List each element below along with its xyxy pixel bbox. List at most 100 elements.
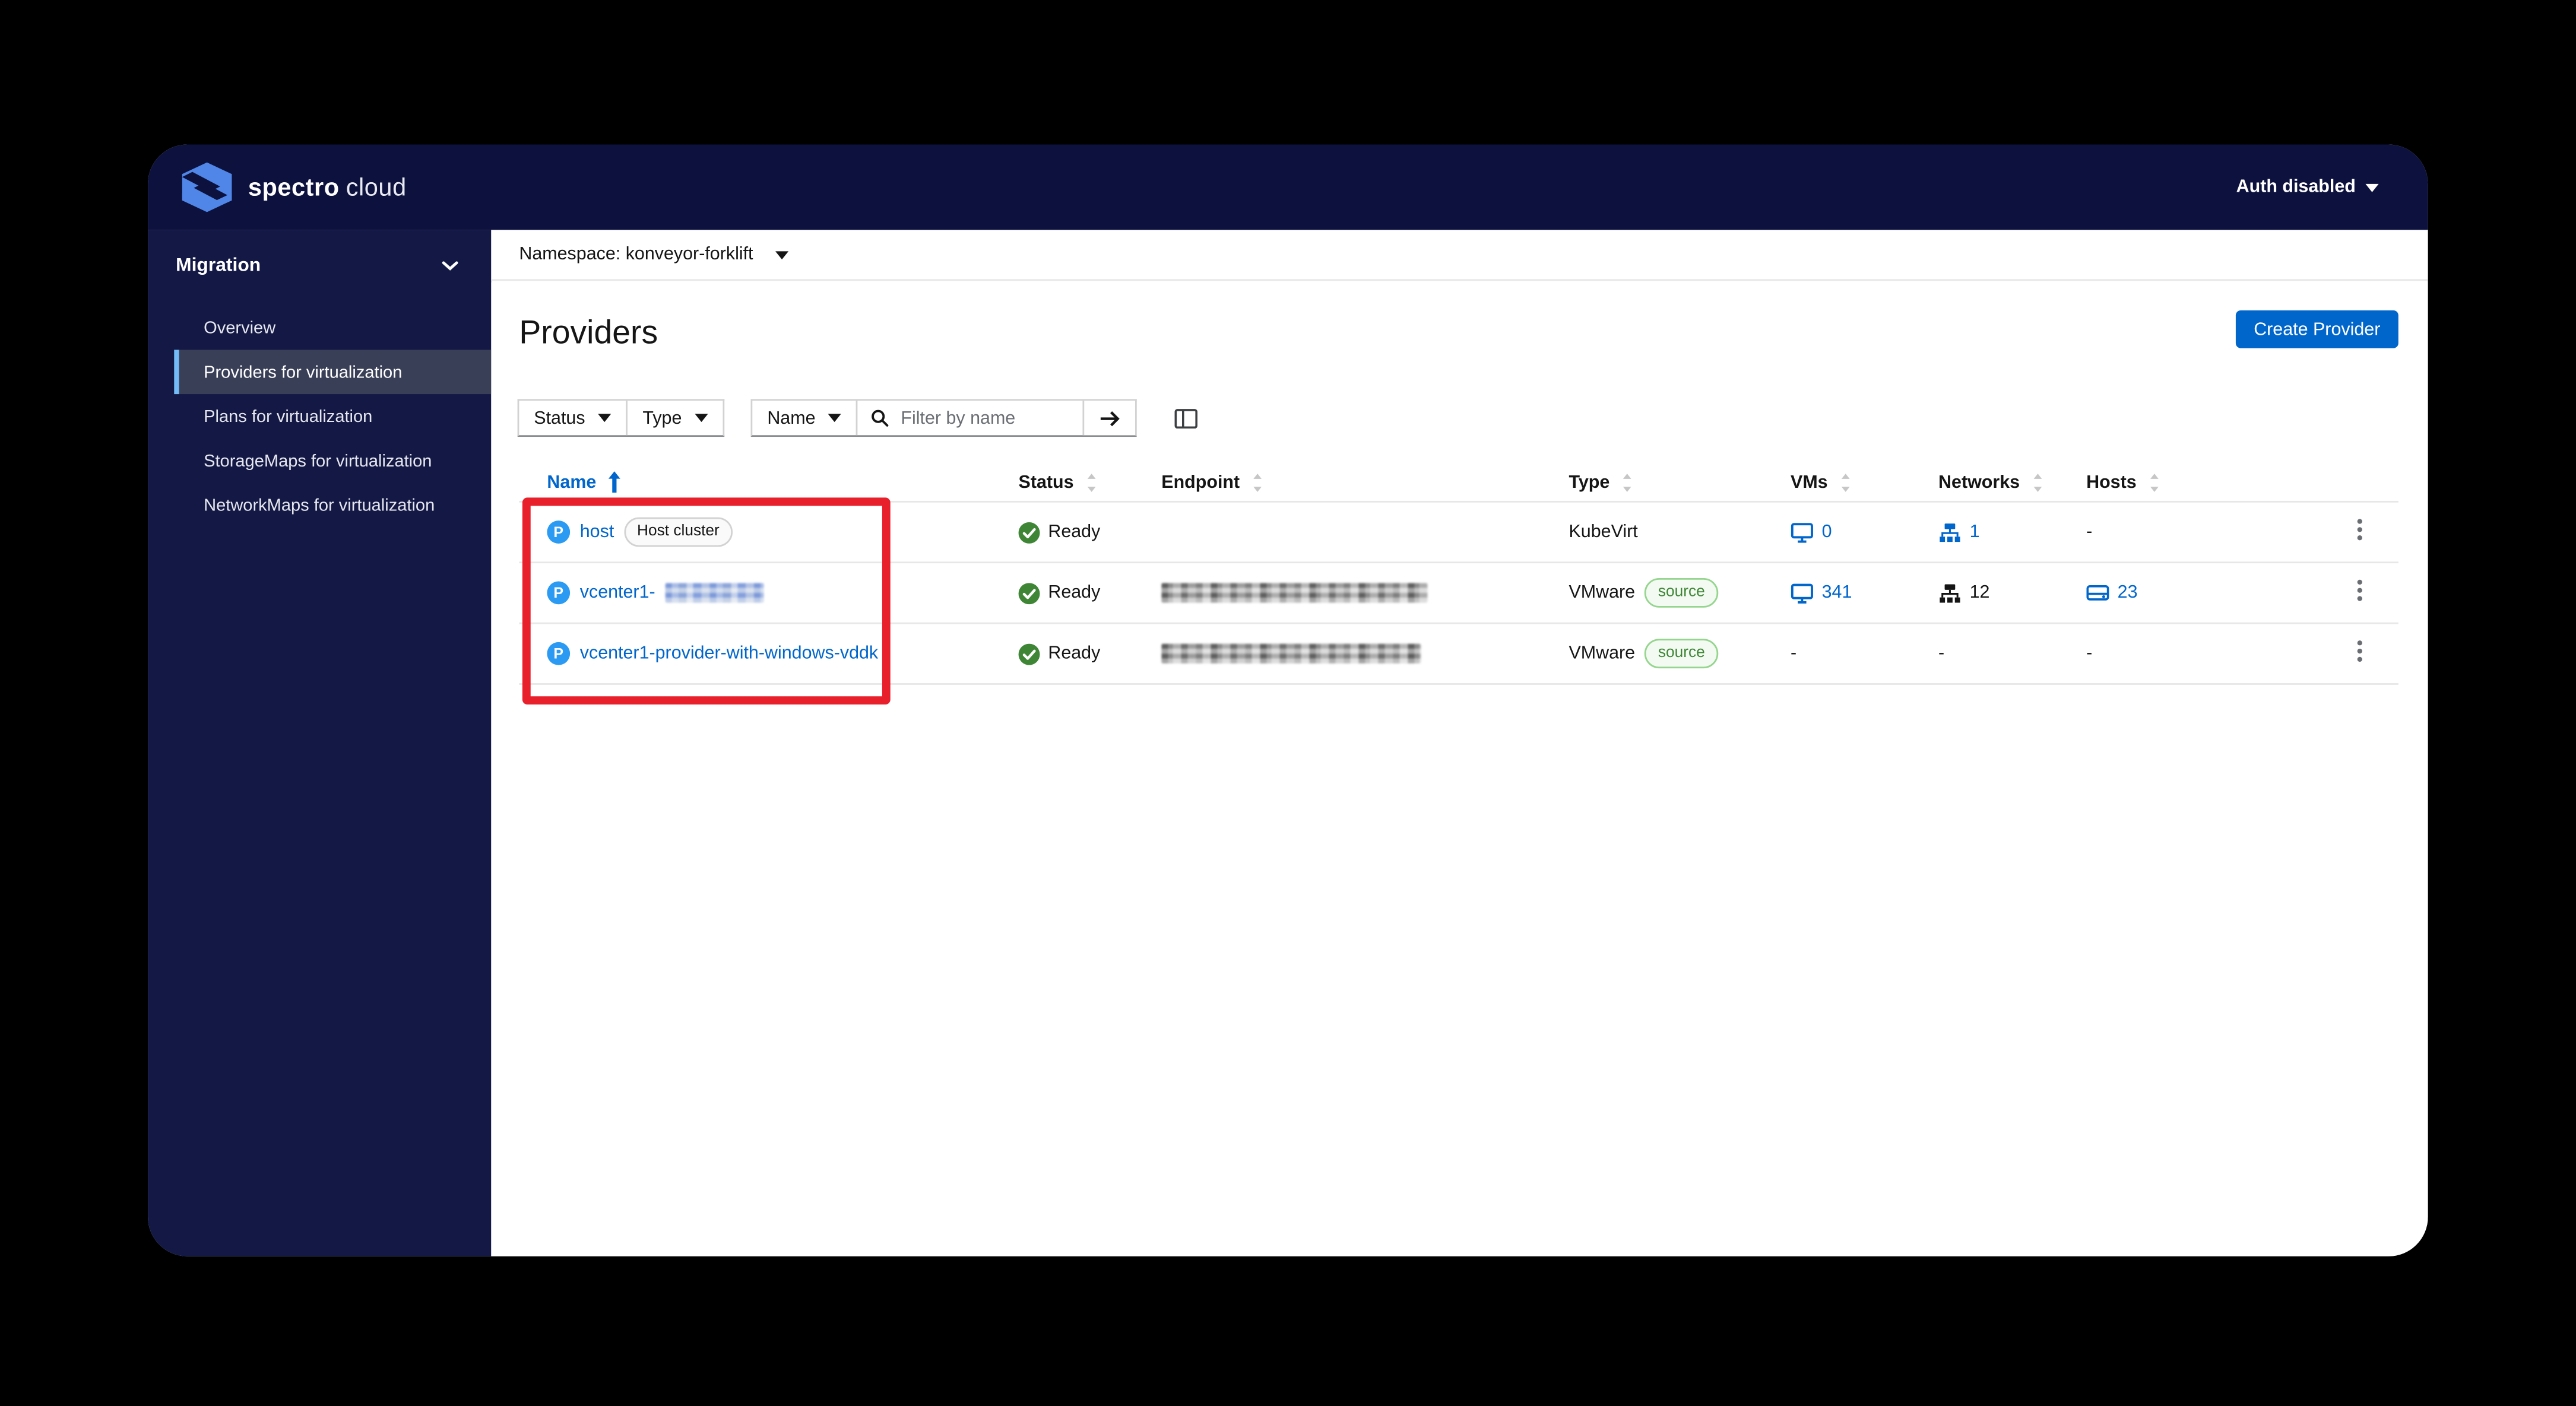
provider-icon: P [547,520,571,544]
search-input[interactable] [897,406,1070,430]
search-icon [872,409,889,427]
provider-link-host[interactable]: host [580,522,614,542]
kebab-icon [2357,640,2362,646]
column-header-vms[interactable]: VMs [1763,472,1910,492]
sidebar-group-label: Migration [176,256,261,276]
column-header-label: Networks [1938,472,2020,492]
vms-link[interactable]: 0 [1791,522,1832,543]
sidebar: Migration Overview Providers for virtual… [148,230,492,1256]
status: Ready [1018,582,1100,604]
type-value: KubeVirt [1569,522,1638,542]
actions-cell [2305,516,2398,548]
chevron-down-icon [776,250,790,259]
sort-icon [2148,472,2159,492]
columns-icon [1175,408,1199,428]
type-filter-dropdown[interactable]: Type [626,401,723,436]
column-header-networks[interactable]: Networks [1910,472,2058,492]
sidebar-item-storagemaps[interactable]: StorageMaps for virtualization [174,439,491,483]
redacted-endpoint-text [1161,583,1428,603]
type-cell: KubeVirt [1541,522,1763,542]
row-actions-kebab-button[interactable] [2347,576,2372,609]
vms-value: - [1791,643,1797,664]
hosts-link[interactable]: 23 [2086,583,2138,603]
arrow-right-icon [1100,410,1121,426]
spectro-cloud-logo-icon [178,161,237,214]
chevron-down-icon [828,414,842,423]
name-cell: P host Host cluster [519,518,990,547]
vms-link[interactable]: 341 [1791,582,1852,604]
status-cell: Ready [991,582,1134,604]
networks-link[interactable]: 1 [1938,522,1980,543]
column-header-hosts[interactable]: Hosts [2058,472,2305,492]
sidebar-item-plans[interactable]: Plans for virtualization [174,394,491,439]
provider-link-vcenter1-vddk[interactable]: vcenter1-provider-with-windows-vddk [580,644,878,664]
chevron-down-icon [442,261,458,271]
type-value: VMware [1569,643,1636,664]
sidebar-item-label: StorageMaps for virtualization [204,450,432,471]
vms-cell: 0 [1763,522,1910,543]
column-header-label: Status [1018,472,1074,492]
network-icon [1938,522,1962,543]
sidebar-group-migration[interactable]: Migration [148,230,491,292]
provider-icon: P [547,581,571,605]
source-badge: source [1645,639,1718,668]
networks-count: 12 [1969,583,1990,603]
sidebar-item-networkmaps[interactable]: NetworkMaps for virtualization [174,483,491,527]
table-header-row: Name Status Endpoint Type VMs Networks H… [519,463,2398,503]
row-actions-kebab-button[interactable] [2347,637,2372,670]
status-cell: Ready [991,643,1134,665]
status-filter-dropdown[interactable]: Status [519,401,626,435]
auth-menu[interactable]: Auth disabled [2236,177,2379,197]
sidebar-item-label: Providers for virtualization [204,362,403,382]
auth-menu-label: Auth disabled [2236,177,2356,198]
providers-table: Name Status Endpoint Type VMs Networks H… [519,463,2398,685]
name-filter-dropdown[interactable]: Name [752,401,856,435]
check-circle-icon [1018,643,1040,665]
manage-columns-button[interactable] [1172,405,1202,431]
hosts-value: - [2086,643,2093,664]
row-actions-kebab-button[interactable] [2347,516,2372,548]
chevron-down-icon [598,414,611,423]
status-filter-label: Status [534,408,585,428]
create-provider-button[interactable]: Create Provider [2235,310,2398,348]
networks-value: - [1938,643,1945,664]
provider-link-vcenter1[interactable]: vcenter1- [580,583,655,602]
redacted-endpoint-text [1161,643,1421,664]
status-cell: Ready [991,521,1134,543]
name-cell: P vcenter1- [519,581,990,605]
sidebar-item-providers[interactable]: Providers for virtualization [174,350,492,395]
type-cell: VMware source [1541,639,1763,668]
check-circle-icon [1018,582,1040,604]
type-cell: VMware source [1541,578,1763,608]
source-badge: source [1645,578,1718,608]
actions-cell [2305,576,2398,609]
main-content: Providers Create Provider Status Type Na… [491,282,2428,1256]
app-window: spectro cloud Auth disabled Migration Ove… [148,144,2428,1256]
hosts-count: 23 [2117,583,2138,603]
chevron-down-icon [695,414,708,423]
sidebar-item-overview[interactable]: Overview [174,306,491,350]
column-header-endpoint[interactable]: Endpoint [1133,472,1541,492]
networks-cell: - [1910,644,2058,664]
sidebar-item-label: NetworkMaps for virtualization [204,495,435,515]
networks-count: 1 [1969,522,1980,542]
filter-toolbar: Status Type Name [517,399,1202,437]
type-value: VMware [1569,583,1636,603]
vm-icon [1791,522,1814,543]
column-header-type[interactable]: Type [1541,472,1763,492]
sidebar-item-label: Plans for virtualization [204,406,373,427]
column-header-label: Type [1569,472,1610,492]
column-header-status[interactable]: Status [991,472,1134,492]
column-header-name[interactable]: Name [519,471,990,493]
hosts-value: - [2086,522,2093,542]
table-row-vcenter1-vddk: P vcenter1-provider-with-windows-vddk Re… [519,624,2398,685]
apply-filter-button[interactable] [1083,401,1136,436]
namespace-selector[interactable]: Namespace: konveyor-forklift [519,245,790,264]
brand-name: spectro cloud [248,173,407,201]
brand: spectro cloud [178,161,407,214]
host-cluster-badge: Host cluster [623,518,733,547]
column-header-label: VMs [1791,472,1828,492]
name-filter-label: Name [767,408,816,428]
column-header-label: Endpoint [1161,472,1240,492]
sort-icon [1251,472,1263,492]
